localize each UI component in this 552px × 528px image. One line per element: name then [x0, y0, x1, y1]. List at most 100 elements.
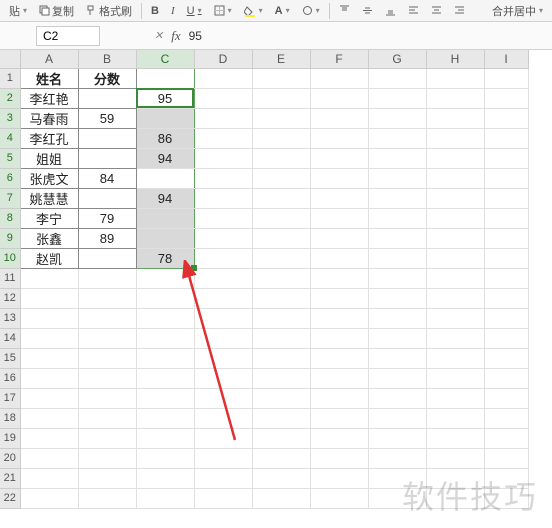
- row-header[interactable]: 1: [0, 68, 20, 88]
- cell[interactable]: [368, 268, 426, 288]
- cell[interactable]: [484, 388, 528, 408]
- cell[interactable]: 张鑫: [20, 228, 78, 248]
- phonetic-button[interactable]: ▾: [299, 4, 323, 17]
- col-header-a[interactable]: A: [20, 50, 78, 68]
- row-header[interactable]: 14: [0, 328, 20, 348]
- cell[interactable]: [484, 348, 528, 368]
- cell[interactable]: [310, 228, 368, 248]
- formula-input[interactable]: [189, 29, 389, 43]
- cell[interactable]: [194, 468, 252, 488]
- cell[interactable]: 姓名: [20, 68, 78, 88]
- cell[interactable]: 李红孔: [20, 128, 78, 148]
- row-header[interactable]: 21: [0, 468, 20, 488]
- cell[interactable]: [484, 228, 528, 248]
- cell[interactable]: [252, 148, 310, 168]
- cell[interactable]: [252, 228, 310, 248]
- cell[interactable]: [20, 348, 78, 368]
- cell[interactable]: [310, 328, 368, 348]
- cell[interactable]: [368, 228, 426, 248]
- italic-button[interactable]: I: [168, 4, 178, 18]
- cell[interactable]: [194, 288, 252, 308]
- row-header[interactable]: 22: [0, 488, 20, 508]
- cell[interactable]: [136, 488, 194, 508]
- cell[interactable]: [194, 88, 252, 108]
- cell[interactable]: [252, 248, 310, 268]
- cell[interactable]: [484, 268, 528, 288]
- cell[interactable]: 李红艳: [20, 88, 78, 108]
- cell[interactable]: [426, 328, 484, 348]
- cell[interactable]: [426, 248, 484, 268]
- col-header-e[interactable]: E: [252, 50, 310, 68]
- cell[interactable]: 赵凯: [20, 248, 78, 268]
- cell[interactable]: [484, 148, 528, 168]
- row-header[interactable]: 16: [0, 368, 20, 388]
- cell[interactable]: 分数: [78, 68, 136, 88]
- cell[interactable]: [20, 428, 78, 448]
- cell[interactable]: [78, 268, 136, 288]
- cell[interactable]: 86: [136, 128, 194, 148]
- cell[interactable]: [368, 428, 426, 448]
- cell[interactable]: [368, 388, 426, 408]
- row-header[interactable]: 3: [0, 108, 20, 128]
- cell[interactable]: [368, 188, 426, 208]
- cell[interactable]: [78, 428, 136, 448]
- row-header[interactable]: 9: [0, 228, 20, 248]
- underline-button[interactable]: U▾: [184, 4, 205, 18]
- cell[interactable]: [252, 88, 310, 108]
- row-header[interactable]: 8: [0, 208, 20, 228]
- cell[interactable]: [252, 308, 310, 328]
- cell[interactable]: [252, 208, 310, 228]
- cell[interactable]: [194, 208, 252, 228]
- row-header[interactable]: 10: [0, 248, 20, 268]
- format-painter-button[interactable]: 格式刷: [83, 2, 135, 20]
- cell[interactable]: [194, 268, 252, 288]
- spreadsheet-grid[interactable]: A B C D E F G H I 1 姓名 分数 2 李红艳: [0, 50, 529, 509]
- cell[interactable]: 78: [136, 248, 194, 268]
- cell[interactable]: [426, 308, 484, 328]
- cell[interactable]: [252, 128, 310, 148]
- cell[interactable]: [310, 128, 368, 148]
- cell[interactable]: [136, 68, 194, 88]
- cell[interactable]: [484, 448, 528, 468]
- cell[interactable]: [484, 308, 528, 328]
- cell[interactable]: [484, 288, 528, 308]
- border-button[interactable]: ▾: [211, 4, 235, 17]
- align-center-button[interactable]: [428, 4, 445, 17]
- cell[interactable]: [78, 308, 136, 328]
- cell[interactable]: [426, 468, 484, 488]
- cell[interactable]: [426, 388, 484, 408]
- cell[interactable]: [20, 388, 78, 408]
- cell[interactable]: [426, 228, 484, 248]
- cell[interactable]: [194, 368, 252, 388]
- cell[interactable]: [78, 288, 136, 308]
- cell[interactable]: [426, 368, 484, 388]
- cell[interactable]: [368, 328, 426, 348]
- cell[interactable]: [484, 68, 528, 88]
- cell[interactable]: 马春雨: [20, 108, 78, 128]
- cell[interactable]: [20, 288, 78, 308]
- cell[interactable]: [136, 428, 194, 448]
- cell[interactable]: [310, 248, 368, 268]
- row-header[interactable]: 18: [0, 408, 20, 428]
- cell[interactable]: [194, 328, 252, 348]
- cell[interactable]: [484, 248, 528, 268]
- cell[interactable]: [252, 428, 310, 448]
- cell[interactable]: [194, 248, 252, 268]
- cell[interactable]: [310, 388, 368, 408]
- cell[interactable]: [78, 248, 136, 268]
- cell[interactable]: [194, 388, 252, 408]
- cell[interactable]: [194, 108, 252, 128]
- cell[interactable]: [426, 208, 484, 228]
- align-left-button[interactable]: [405, 4, 422, 17]
- col-header-i[interactable]: I: [484, 50, 528, 68]
- cell[interactable]: [484, 368, 528, 388]
- cell[interactable]: [426, 268, 484, 288]
- cell[interactable]: [368, 368, 426, 388]
- cell[interactable]: [20, 448, 78, 468]
- cell[interactable]: [484, 468, 528, 488]
- row-header[interactable]: 12: [0, 288, 20, 308]
- cell[interactable]: [310, 428, 368, 448]
- cell[interactable]: [310, 88, 368, 108]
- cell[interactable]: [368, 68, 426, 88]
- cell[interactable]: [136, 168, 194, 188]
